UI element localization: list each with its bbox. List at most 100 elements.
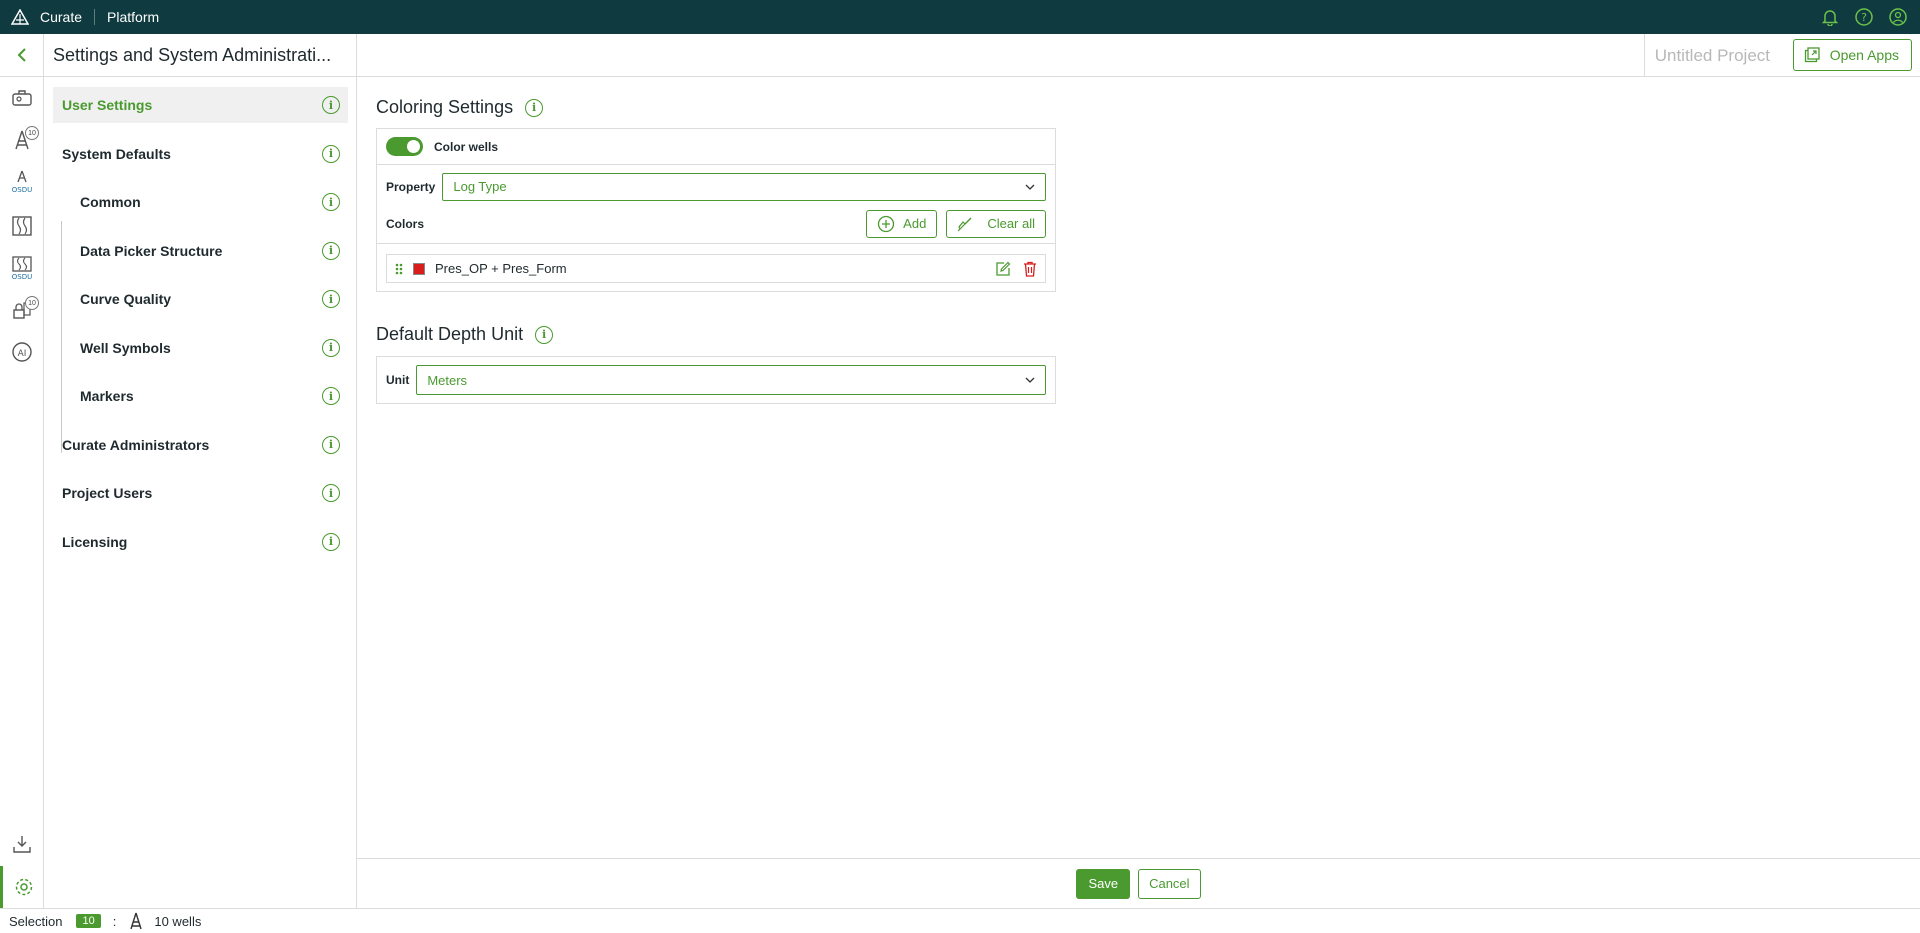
svg-text:AI: AI: [18, 349, 27, 359]
info-icon[interactable]: i: [322, 387, 340, 405]
info-icon[interactable]: i: [322, 484, 340, 502]
unit-row: Unit Meters: [377, 357, 1055, 403]
add-label: Add: [903, 216, 927, 231]
nav-item-curate-administrators[interactable]: Curate Administrators i: [53, 427, 348, 463]
open-apps-button[interactable]: Open Apps: [1792, 39, 1912, 71]
save-button[interactable]: Save: [1076, 868, 1131, 899]
platform-label[interactable]: Platform: [107, 9, 159, 25]
info-icon[interactable]: i: [322, 290, 340, 308]
project-name[interactable]: Untitled Project: [1643, 34, 1780, 77]
trash-icon[interactable]: [1023, 261, 1037, 277]
nav-item-well-symbols[interactable]: Well Symbols i: [53, 330, 348, 366]
nav-item-label: Curate Administrators: [62, 436, 210, 453]
curves-icon[interactable]: [0, 206, 44, 246]
wells-icon[interactable]: 10: [0, 120, 44, 160]
chevron-down-icon: [1025, 184, 1035, 190]
unit-select[interactable]: Meters: [416, 365, 1046, 395]
property-select[interactable]: Log Type: [442, 172, 1046, 201]
osdu-curves-icon[interactable]: OSDU: [0, 248, 44, 288]
main-content: Coloring Settings i Color wells Property…: [357, 77, 1920, 858]
color-wells-toggle[interactable]: [386, 137, 423, 156]
info-icon[interactable]: i: [322, 193, 340, 211]
info-icon[interactable]: i: [322, 338, 340, 357]
plus-circle-icon: [878, 215, 895, 232]
curate-logo-icon: [0, 9, 40, 25]
ai-icon[interactable]: AI: [0, 332, 44, 372]
clear-all-label: Clear all: [987, 216, 1035, 231]
property-row: Property Log Type: [377, 165, 1055, 208]
drag-handle-icon[interactable]: [395, 263, 403, 275]
color-entry-name: Pres_OP + Pres_Form: [435, 261, 567, 276]
osdu-wells-icon[interactable]: OSDU: [0, 162, 44, 202]
colors-label: Colors: [386, 216, 425, 231]
wells-count-badge: 10: [25, 126, 39, 140]
nav-item-label: Project Users: [62, 485, 153, 501]
info-icon[interactable]: i: [322, 241, 340, 260]
property-value: Log Type: [453, 179, 507, 194]
default-depth-unit-heading: Default Depth Unit i: [376, 324, 554, 345]
nav-item-label: Markers: [80, 388, 134, 404]
nav-item-label: User Settings: [62, 97, 153, 113]
open-apps-icon: [1804, 47, 1820, 63]
nav-item-licensing[interactable]: Licensing i: [53, 524, 348, 560]
selection-separator: :: [112, 913, 117, 929]
selection-count-badge: 10: [25, 296, 39, 310]
nav-item-user-settings[interactable]: User Settings i: [53, 87, 348, 123]
selection-lock-icon[interactable]: 10: [0, 290, 44, 330]
info-icon[interactable]: i: [322, 435, 340, 454]
coloring-settings-heading: Coloring Settings i: [376, 97, 544, 118]
nav-item-label: System Defaults: [62, 145, 171, 162]
form-footer: Save Cancel: [357, 858, 1920, 908]
nav-item-label: Common: [80, 194, 141, 210]
color-entry-row: Pres_OP + Pres_Form: [386, 254, 1046, 283]
nav-item-label: Data Picker Structure: [80, 242, 223, 259]
svg-text:?: ?: [1861, 11, 1867, 24]
edit-icon[interactable]: [995, 261, 1011, 277]
property-label: Property: [386, 179, 436, 194]
download-icon[interactable]: [0, 824, 44, 864]
info-icon[interactable]: i: [322, 96, 340, 114]
top-bar: Curate Platform ?: [0, 0, 1920, 34]
unit-value: Meters: [427, 372, 468, 388]
divider: [94, 9, 96, 25]
info-icon[interactable]: i: [322, 532, 340, 551]
user-icon[interactable]: [1888, 7, 1908, 27]
nav-item-curve-quality[interactable]: Curve Quality i: [53, 281, 348, 317]
svg-text:OSDU: OSDU: [12, 273, 32, 281]
help-icon[interactable]: ?: [1854, 7, 1874, 27]
broom-icon: [957, 217, 972, 231]
clear-all-button[interactable]: Clear all: [946, 209, 1046, 238]
selection-count[interactable]: 10: [76, 914, 101, 928]
nav-item-common[interactable]: Common i: [53, 184, 348, 220]
wells-count-label[interactable]: 10 wells: [154, 914, 201, 929]
header-bar: Untitled Project Open Apps: [357, 34, 1920, 77]
coloring-settings-card: Color wells Property Log Type Colors Add…: [376, 128, 1056, 292]
nav-item-markers[interactable]: Markers i: [53, 378, 348, 414]
chevron-down-icon: [1025, 377, 1035, 383]
unit-label: Unit: [386, 373, 410, 387]
nav-item-system-defaults[interactable]: System Defaults i: [53, 136, 348, 172]
color-wells-label: Color wells: [434, 139, 499, 154]
info-icon[interactable]: i: [322, 144, 340, 163]
status-bar: Selection 10 : 10 wells: [0, 908, 1920, 933]
page-title: Settings and System Administrati...: [44, 34, 356, 77]
settings-nav-panel: Settings and System Administrati... User…: [44, 34, 357, 908]
nav-item-project-users[interactable]: Project Users i: [53, 475, 348, 511]
nav-item-data-picker-structure[interactable]: Data Picker Structure i: [53, 233, 348, 269]
info-icon[interactable]: i: [535, 325, 554, 344]
colors-row: Colors Add Clear all: [377, 208, 1055, 244]
settings-gear-icon[interactable]: [0, 866, 44, 908]
svg-text:OSDU: OSDU: [12, 186, 32, 194]
well-icon: [130, 912, 143, 930]
open-apps-label: Open Apps: [1829, 47, 1899, 63]
info-icon[interactable]: i: [525, 98, 544, 117]
section-title: Default Depth Unit: [376, 324, 524, 344]
nav-item-label: Well Symbols: [80, 339, 171, 356]
depth-unit-card: Unit Meters: [376, 356, 1056, 404]
color-swatch[interactable]: [413, 262, 425, 275]
toolbox-icon[interactable]: [0, 78, 44, 118]
back-button[interactable]: [0, 34, 44, 77]
cancel-button[interactable]: Cancel: [1138, 868, 1201, 899]
add-color-button[interactable]: Add: [866, 209, 938, 238]
bell-icon[interactable]: [1820, 7, 1840, 27]
